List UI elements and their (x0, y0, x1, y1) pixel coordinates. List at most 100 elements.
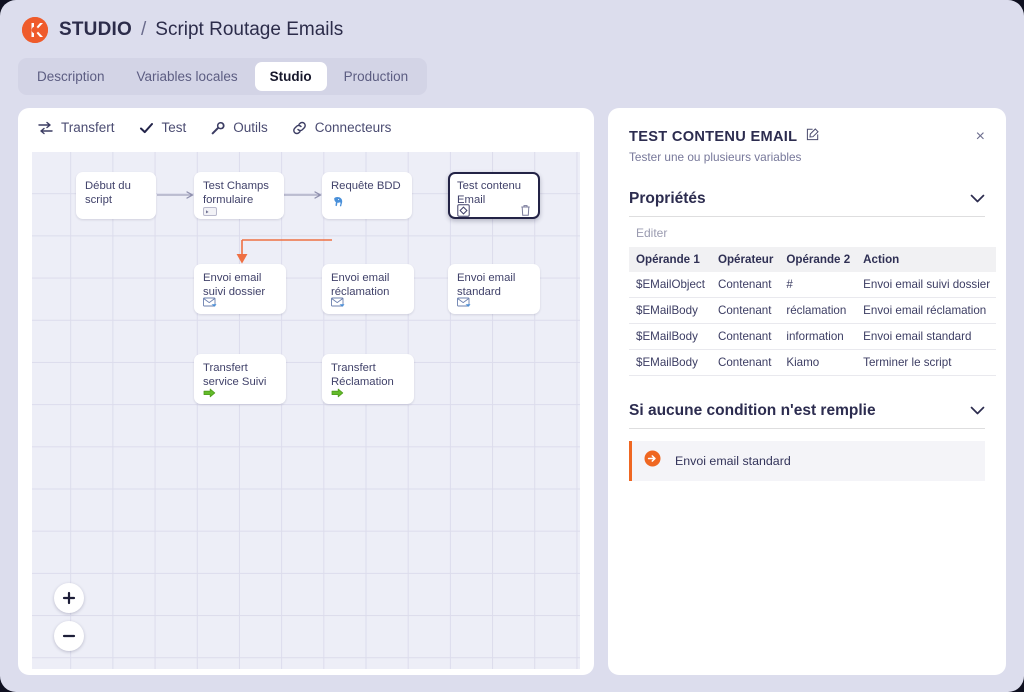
column-header-action: Action (856, 247, 996, 272)
panel-subtitle: Tester une ou plusieurs variables (629, 150, 819, 164)
node-transfert-service-suivi[interactable]: Transfert service Suivi (194, 354, 286, 404)
chevron-down-icon[interactable] (970, 402, 985, 420)
postgres-elephant-icon (331, 195, 345, 213)
toolbar-connecteurs-label: Connecteurs (315, 120, 392, 135)
node-label: Transfert Réclamation (331, 362, 405, 389)
node-test-champs-formulaire[interactable]: Test Champs formulaire (194, 172, 284, 219)
main-content: Transfert Test Out (0, 95, 1024, 675)
mail-send-icon (331, 296, 346, 314)
zoom-in-button[interactable] (54, 583, 84, 613)
table-header-row: Opérande 1 Opérateur Opérande 2 Action (629, 247, 996, 272)
node-envoi-email-reclamation[interactable]: Envoi email réclamation (322, 264, 414, 314)
panel-title-row: TEST CONTENU EMAIL (629, 128, 819, 145)
node-label: Envoi email suivi dossier (203, 272, 277, 299)
fallback-action-row[interactable]: Envoi email standard (629, 441, 985, 481)
toolbar-outils-label: Outils (233, 120, 268, 135)
column-header-operande-1: Opérande 1 (629, 247, 711, 272)
green-arrow-icon (331, 386, 345, 404)
tab-production[interactable]: Production (329, 62, 424, 91)
cell-operande-1: $EMailObject (629, 272, 711, 298)
wrench-icon (210, 121, 225, 135)
app-window: STUDIO / Script Routage Emails Descripti… (0, 0, 1024, 692)
cell-operande-2: information (779, 324, 856, 350)
column-header-operateur: Opérateur (711, 247, 779, 272)
mail-send-icon (203, 296, 218, 314)
panel-title: TEST CONTENU EMAIL (629, 129, 797, 145)
close-icon[interactable]: × (976, 129, 985, 145)
cell-operateur: Contenant (711, 324, 779, 350)
chevron-down-icon[interactable] (970, 190, 985, 208)
cell-operateur: Contenant (711, 350, 779, 376)
node-label: Envoi email standard (457, 272, 531, 299)
panel-header: TEST CONTENU EMAIL Tester une ou plusieu… (629, 128, 985, 164)
toolbar-test-button[interactable]: Test (139, 120, 187, 135)
table-row[interactable]: $EMailBody Contenant Kiamo Terminer le s… (629, 350, 996, 376)
properties-panel-card: TEST CONTENU EMAIL Tester une ou plusieu… (608, 108, 1006, 675)
editer-label[interactable]: Editer (629, 217, 985, 247)
toolbar-test-label: Test (162, 120, 187, 135)
node-requete-bdd[interactable]: Requête BDD (322, 172, 412, 219)
green-arrow-icon (203, 386, 217, 404)
link-icon (292, 121, 307, 135)
cell-action: Envoi email suivi dossier (856, 272, 996, 298)
trash-icon[interactable] (520, 204, 531, 222)
conditions-table: Opérande 1 Opérateur Opérande 2 Action $… (629, 247, 996, 376)
node-label: Transfert service Suivi (203, 362, 277, 389)
section-fallback-header[interactable]: Si aucune condition n'est remplie (629, 402, 985, 429)
node-label: Test contenu Email (457, 180, 531, 207)
cell-operande-2: Kiamo (779, 350, 856, 376)
fallback-action-label: Envoi email standard (675, 454, 791, 468)
node-debut-du-script[interactable]: Début du script (76, 172, 156, 219)
toolbar-transfert-button[interactable]: Transfert (38, 120, 115, 135)
form-field-icon (203, 204, 217, 222)
check-icon (139, 121, 154, 135)
node-label: Début du script (85, 180, 147, 213)
cell-operande-2: # (779, 272, 856, 298)
section-proprietes-label: Propriétés (629, 190, 706, 208)
edit-pencil-icon[interactable] (806, 128, 819, 145)
cell-action: Envoi email standard (856, 324, 996, 350)
zoom-out-button[interactable] (54, 621, 84, 651)
orange-arrow-circle-icon (644, 450, 661, 472)
cell-operateur: Contenant (711, 272, 779, 298)
node-label: Envoi email réclamation (331, 272, 405, 299)
node-transfert-reclamation[interactable]: Transfert Réclamation (322, 354, 414, 404)
cell-operande-2: réclamation (779, 298, 856, 324)
node-label: Test Champs formulaire (203, 180, 275, 207)
toolbar-connecteurs-button[interactable]: Connecteurs (292, 120, 392, 135)
tab-variables-locales[interactable]: Variables locales (122, 62, 253, 91)
page-title: Script Routage Emails (155, 19, 343, 41)
brand-name: STUDIO (59, 19, 132, 41)
mail-send-icon (457, 296, 472, 314)
cell-operateur: Contenant (711, 298, 779, 324)
studio-canvas-card: Transfert Test Out (18, 108, 594, 675)
cell-action: Terminer le script (856, 350, 996, 376)
properties-panel: TEST CONTENU EMAIL Tester une ou plusieu… (608, 108, 1006, 481)
main-tabs: Description Variables locales Studio Pro… (18, 58, 427, 95)
table-row[interactable]: $EMailObject Contenant # Envoi email sui… (629, 272, 996, 298)
cell-operande-1: $EMailBody (629, 350, 711, 376)
node-test-contenu-email[interactable]: Test contenu Email (448, 172, 540, 219)
flow-canvas[interactable]: Début du script Test Champs formulaire (32, 152, 580, 669)
cell-operande-1: $EMailBody (629, 298, 711, 324)
table-row[interactable]: $EMailBody Contenant réclamation Envoi e… (629, 298, 996, 324)
breadcrumb-separator: / (141, 19, 146, 41)
tab-description[interactable]: Description (22, 62, 120, 91)
column-header-operande-2: Opérande 2 (779, 247, 856, 272)
cell-action: Envoi email réclamation (856, 298, 996, 324)
canvas-toolbar: Transfert Test Out (18, 108, 594, 147)
section-fallback-label: Si aucune condition n'est remplie (629, 402, 876, 420)
cell-operande-1: $EMailBody (629, 324, 711, 350)
node-envoi-email-suivi-dossier[interactable]: Envoi email suivi dossier (194, 264, 286, 314)
tab-studio[interactable]: Studio (255, 62, 327, 91)
section-proprietes-header[interactable]: Propriétés (629, 190, 985, 217)
node-envoi-email-standard[interactable]: Envoi email standard (448, 264, 540, 314)
table-row[interactable]: $EMailBody Contenant information Envoi e… (629, 324, 996, 350)
diamond-condition-icon (457, 204, 470, 222)
transfer-arrows-icon (38, 121, 53, 135)
toolbar-transfert-label: Transfert (61, 120, 115, 135)
kiamo-k-logo-icon (22, 17, 48, 43)
canvas-zoom-controls (54, 583, 84, 651)
app-header: STUDIO / Script Routage Emails (0, 0, 1024, 46)
toolbar-outils-button[interactable]: Outils (210, 120, 268, 135)
